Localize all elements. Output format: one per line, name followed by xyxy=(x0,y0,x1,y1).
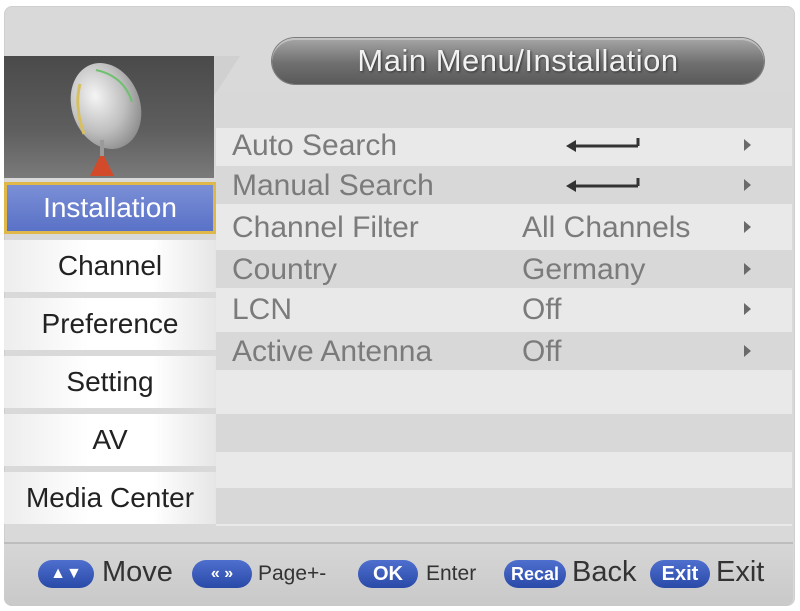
page-title: Main Menu/Installation xyxy=(357,43,679,78)
exit-key-icon: Exit xyxy=(650,560,710,588)
row-value: Germany xyxy=(522,253,646,286)
sidebar-item-media-center[interactable]: Media Center xyxy=(4,472,216,524)
row-label: Country xyxy=(232,253,338,286)
enter-arrow-icon xyxy=(566,178,640,192)
menu-row-auto-search[interactable]: Auto Search xyxy=(216,126,792,166)
chevron-right-icon xyxy=(744,139,751,151)
sidebar-item-label: Setting xyxy=(66,366,154,397)
sidebar-item-channel[interactable]: Channel xyxy=(4,240,216,292)
sidebar-item-preference[interactable]: Preference xyxy=(4,298,216,350)
sidebar-item-label: Channel xyxy=(57,250,163,281)
chevron-right-icon xyxy=(744,179,751,191)
chevron-right-icon xyxy=(744,303,751,315)
sidebar-item-label: Preference xyxy=(41,308,179,339)
menu-row-channel-filter[interactable]: Channel Filter All Channels xyxy=(216,208,792,248)
row-label: Channel Filter xyxy=(232,211,419,244)
sidebar-item-setting[interactable]: Setting xyxy=(4,356,216,408)
row-stripe xyxy=(216,92,792,128)
satellite-dish-icon xyxy=(70,63,142,176)
menu-row-active-antenna[interactable]: Active Antenna Off xyxy=(216,332,792,372)
enter-hint: Enter xyxy=(426,562,477,585)
title-bar: Main Menu/Installation xyxy=(272,38,764,84)
ok-key-icon: OK xyxy=(358,560,418,588)
sidebar-item-av[interactable]: AV xyxy=(4,414,216,466)
row-label: Auto Search xyxy=(232,129,398,162)
back-hint: Back xyxy=(572,556,637,588)
sidebar-item-label: AV xyxy=(92,424,128,455)
row-stripe xyxy=(216,414,792,452)
move-hint: Move xyxy=(102,556,173,588)
page-hint: Page+- xyxy=(258,562,327,585)
logo-panel xyxy=(4,56,214,178)
sidebar-item-label: Media Center xyxy=(25,482,195,513)
menu-row-manual-search[interactable]: Manual Search xyxy=(216,166,792,206)
sidebar-item-installation[interactable]: Installation xyxy=(4,182,216,234)
key-hint-bar: ▲▼ Move « » Page+- OK Enter Recal Back E… xyxy=(4,542,793,606)
enter-arrow-icon xyxy=(566,138,640,152)
row-label: Active Antenna xyxy=(232,335,433,368)
menu-row-country[interactable]: Country Germany xyxy=(216,250,792,290)
row-value: Off xyxy=(522,335,562,368)
sidebar-item-label: Installation xyxy=(43,192,177,223)
title-notch xyxy=(214,56,240,96)
sidebar: Installation Channel Preference Setting … xyxy=(4,182,216,530)
left-right-key-icon: « » xyxy=(192,560,252,588)
row-value: Off xyxy=(522,293,562,326)
up-down-key-icon: ▲▼ xyxy=(38,560,94,588)
row-label: Manual Search xyxy=(232,169,434,202)
chevron-right-icon xyxy=(744,345,751,357)
recall-key-icon: Recal xyxy=(504,560,566,588)
exit-hint: Exit xyxy=(716,556,765,588)
row-label: LCN xyxy=(232,293,293,326)
menu-row-lcn[interactable]: LCN Off xyxy=(216,290,792,330)
chevron-right-icon xyxy=(744,221,751,233)
row-value: All Channels xyxy=(522,211,691,244)
row-stripe xyxy=(216,488,792,524)
chevron-right-icon xyxy=(744,263,751,275)
